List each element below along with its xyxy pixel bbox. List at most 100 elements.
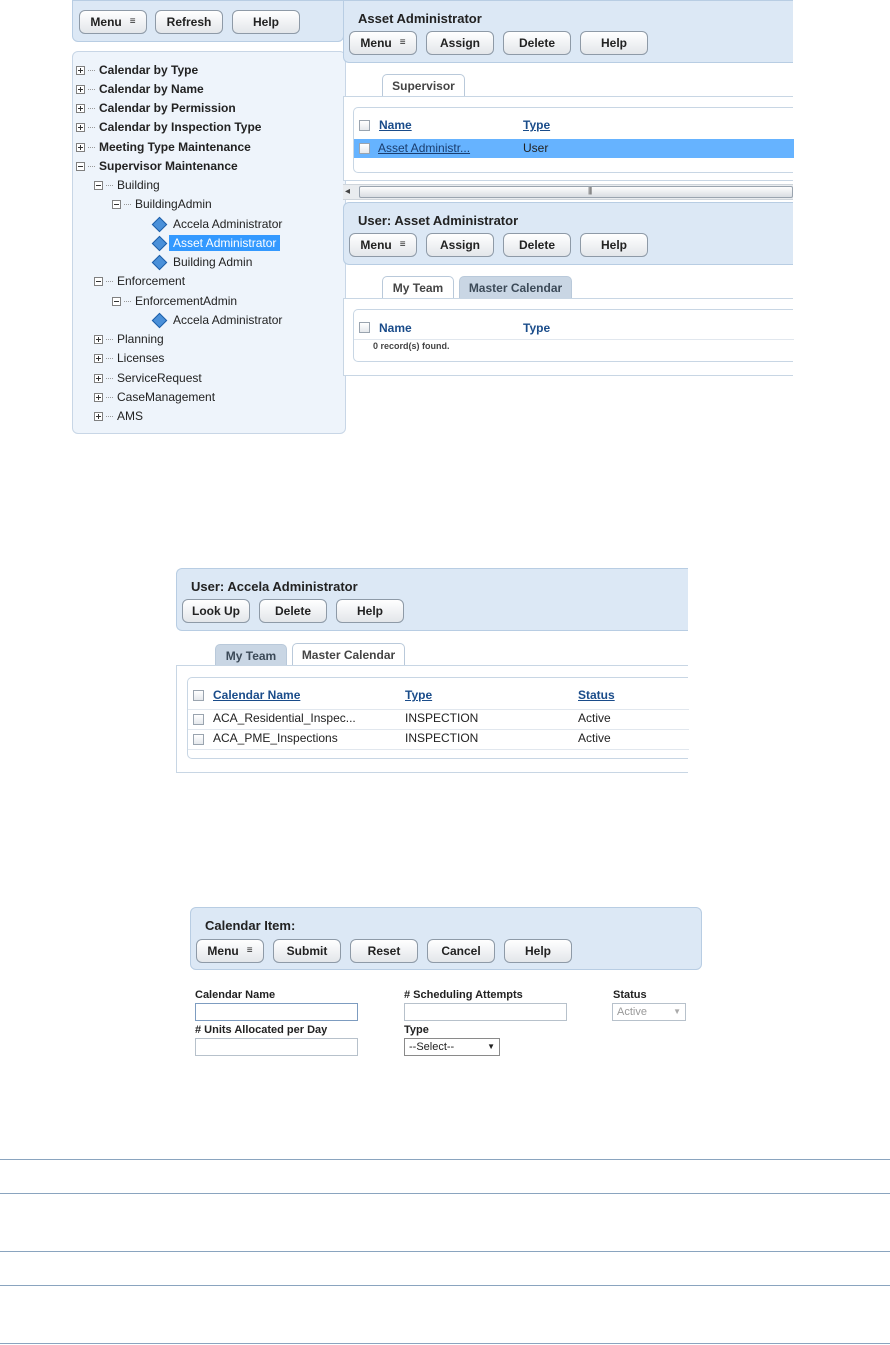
assign-button[interactable]: Assign <box>426 31 494 55</box>
status-select[interactable]: Active ▼ <box>612 1003 686 1021</box>
menu-caret-icon: ≡ <box>129 16 136 27</box>
delete-button[interactable]: Delete <box>259 599 327 623</box>
tree-node-calendar-by-type[interactable]: Calendar by Type <box>76 62 198 78</box>
expand-icon[interactable] <box>94 392 103 402</box>
expand-icon[interactable] <box>94 353 103 363</box>
panel-title: Asset Administrator <box>358 11 482 26</box>
user-diamond-icon <box>151 216 168 232</box>
expand-icon[interactable] <box>94 334 103 344</box>
tree-node-supervisor-maintenance[interactable]: Supervisor Maintenance <box>76 158 238 174</box>
expand-icon[interactable] <box>94 373 103 383</box>
menu-button[interactable]: Menu ≡ <box>196 939 264 963</box>
row-name-link[interactable]: Asset Administr... <box>378 141 470 155</box>
select-all-checkbox[interactable] <box>359 322 370 333</box>
divider-line <box>0 1285 890 1286</box>
tree-node-enforcement[interactable]: Enforcement <box>94 273 185 289</box>
tab-supervisor[interactable]: Supervisor <box>382 74 465 97</box>
expand-icon[interactable] <box>76 142 85 152</box>
tree-node-case-management[interactable]: CaseManagement <box>94 389 215 405</box>
collapse-icon[interactable] <box>94 276 103 286</box>
user-diamond-icon <box>151 312 168 328</box>
scheduling-attempts-input[interactable] <box>404 1003 567 1021</box>
select-all-checkbox[interactable] <box>193 690 204 701</box>
asset-admin-toolbar: Asset Administrator Menu ≡ Assign Delete … <box>343 0 793 63</box>
divider-line <box>0 1343 890 1344</box>
tree-node-building-admin[interactable]: BuildingAdmin <box>112 196 212 212</box>
collapse-icon[interactable] <box>94 180 103 190</box>
tree-node-calendar-by-name[interactable]: Calendar by Name <box>76 81 204 97</box>
menu-caret-icon: ≡ <box>399 37 406 48</box>
tree-node-calendar-by-permission[interactable]: Calendar by Permission <box>76 100 236 116</box>
reset-button[interactable]: Reset <box>350 939 418 963</box>
tab-my-team[interactable]: My Team <box>382 276 454 299</box>
help-button[interactable]: Help <box>580 233 648 257</box>
tab-master-calendar[interactable]: Master Calendar <box>459 276 572 298</box>
expand-icon[interactable] <box>76 84 85 94</box>
row-type: INSPECTION <box>405 731 479 745</box>
tree-node-planning[interactable]: Planning <box>94 331 164 347</box>
tab-master-calendar[interactable]: Master Calendar <box>292 643 405 666</box>
column-header-type[interactable]: Type <box>523 321 550 335</box>
tree-node-service-request[interactable]: ServiceRequest <box>94 370 202 386</box>
tree-node-calendar-by-inspection-type[interactable]: Calendar by Inspection Type <box>76 119 261 135</box>
help-button[interactable]: Help <box>336 599 404 623</box>
collapse-icon[interactable] <box>112 296 121 306</box>
delete-button[interactable]: Delete <box>503 233 571 257</box>
status-label: Status <box>613 989 647 1001</box>
scroll-left-arrow-icon[interactable]: ◂ <box>345 185 350 199</box>
menu-button[interactable]: Menu ≡ <box>349 31 417 55</box>
units-per-day-input[interactable] <box>195 1038 358 1056</box>
select-all-checkbox[interactable] <box>359 120 370 131</box>
delete-button[interactable]: Delete <box>503 31 571 55</box>
navigation-tree: Calendar by Type Calendar by Name Calend… <box>72 51 346 434</box>
tree-node-licenses[interactable]: Licenses <box>94 350 164 366</box>
tree-node-meeting-type-maintenance[interactable]: Meeting Type Maintenance <box>76 139 251 155</box>
row-checkbox[interactable] <box>193 714 204 725</box>
menu-caret-icon: ≡ <box>399 239 406 250</box>
collapse-icon[interactable] <box>112 199 121 209</box>
type-select[interactable]: --Select-- ▼ <box>404 1038 500 1056</box>
calendar-name-input[interactable] <box>195 1003 358 1021</box>
table-row[interactable]: ACA_Residential_Inspec... INSPECTION Act… <box>188 710 689 729</box>
cancel-button[interactable]: Cancel <box>427 939 495 963</box>
column-header-calendar-name[interactable]: Calendar Name <box>213 688 300 702</box>
help-button[interactable]: Help <box>504 939 572 963</box>
expand-icon[interactable] <box>76 103 85 113</box>
help-button[interactable]: Help <box>232 10 300 34</box>
refresh-button[interactable]: Refresh <box>155 10 223 34</box>
tree-node-user-accela[interactable]: Accela Administrator <box>151 216 282 232</box>
expand-icon[interactable] <box>94 411 103 421</box>
lookup-button[interactable]: Look Up <box>182 599 250 623</box>
column-header-status[interactable]: Status <box>578 688 615 702</box>
dropdown-arrow-icon: ▼ <box>673 1007 681 1016</box>
column-header-name[interactable]: Name <box>379 118 412 132</box>
calendar-item-toolbar: Calendar Item: Menu ≡ Submit Reset Cancel… <box>190 907 702 970</box>
row-checkbox[interactable] <box>193 734 204 745</box>
column-header-name[interactable]: Name <box>379 321 412 335</box>
tree-node-ams[interactable]: AMS <box>94 408 143 424</box>
collapse-icon[interactable] <box>76 161 85 171</box>
table-row-selected[interactable]: Asset Administr... User <box>354 139 794 158</box>
tab-my-team[interactable]: My Team <box>215 644 287 666</box>
menu-button[interactable]: Menu ≡ <box>349 233 417 257</box>
table-row[interactable]: ACA_PME_Inspections INSPECTION Active <box>188 730 689 749</box>
user-diamond-icon <box>151 235 168 251</box>
help-button[interactable]: Help <box>580 31 648 55</box>
column-header-type[interactable]: Type <box>405 688 432 702</box>
menu-caret-icon: ≡ <box>246 945 253 956</box>
row-checkbox[interactable] <box>359 143 370 154</box>
tree-node-enforcement-admin[interactable]: EnforcementAdmin <box>112 293 237 309</box>
column-header-type[interactable]: Type <box>523 118 550 132</box>
tree-node-user-asset-selected[interactable]: Asset Administrator <box>151 235 281 251</box>
assign-button[interactable]: Assign <box>426 233 494 257</box>
expand-icon[interactable] <box>76 65 85 75</box>
horizontal-scrollbar[interactable]: ◂ ||| <box>343 184 793 200</box>
tree-node-enforcement-user-accela[interactable]: Accela Administrator <box>151 312 282 328</box>
expand-icon[interactable] <box>76 122 85 132</box>
scroll-thumb[interactable]: ||| <box>359 186 793 198</box>
tree-node-user-building-admin[interactable]: Building Admin <box>151 254 252 270</box>
menu-button[interactable]: Menu ≡ <box>79 10 147 34</box>
tree-node-building[interactable]: Building <box>94 177 160 193</box>
submit-button[interactable]: Submit <box>273 939 341 963</box>
user-asset-toolbar: User: Asset Administrator Menu ≡ Assign D… <box>343 202 793 265</box>
